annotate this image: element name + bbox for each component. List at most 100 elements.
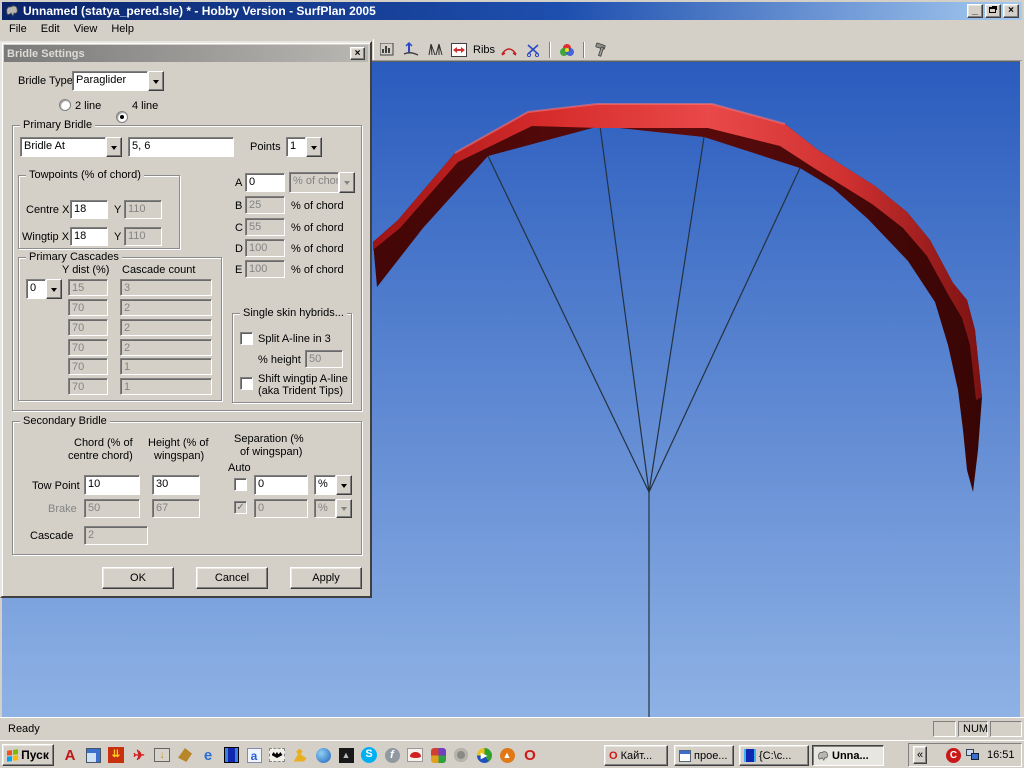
document-task-icon [679,750,691,762]
task-button-surfplan[interactable]: Unna... [812,745,884,766]
row-c-key: C [235,222,243,234]
chevron-down-icon[interactable] [46,279,62,299]
tools-icon[interactable] [290,745,310,765]
split-a-line-label: Split A-line in 3 [258,333,331,345]
height-column-header2: wingspan) [154,450,204,462]
gear-icon[interactable] [451,745,471,765]
shift-wingtip-checkbox[interactable] [240,377,253,390]
menubar: File Edit View Help [2,20,1022,38]
chart-icon[interactable] [377,41,397,59]
restore-button[interactable] [985,4,1001,18]
task-button-folder[interactable]: {C:\c... [739,745,809,766]
toolbar-separator [583,42,585,58]
status-panel-2 [990,721,1022,737]
towpoint-icon[interactable] [401,41,421,59]
google-earth-icon[interactable] [313,745,333,765]
acdsee-icon[interactable]: A [60,745,80,765]
dialog-close-button[interactable]: × [350,47,365,60]
primary-bridle-legend: Primary Bridle [20,119,95,131]
task-button-project[interactable]: прое... [674,745,734,766]
lips-icon[interactable] [405,745,425,765]
network-tray-icon[interactable] [966,749,980,761]
flash-player-icon[interactable]: f [382,745,402,765]
media-player-icon[interactable]: ▶ [474,745,494,765]
tow-separation-input[interactable]: 0 [254,475,308,495]
radio-2line[interactable] [59,99,71,111]
tow-height-input[interactable]: 30 [152,475,200,495]
black-app-icon[interactable]: ▲ [336,745,356,765]
split-a-line-checkbox[interactable] [240,332,253,345]
colors-icon[interactable] [557,41,577,59]
arc-span-icon[interactable] [499,41,519,59]
points-select[interactable]: 1 [286,137,322,157]
app-titlebar[interactable]: Unnamed (statya_pered.sle) * - Hobby Ver… [2,2,1022,20]
width-arrows-icon[interactable] [449,41,469,59]
cascade-input: 2 [84,526,148,545]
menu-edit[interactable]: Edit [34,21,67,37]
ydist-row-4: 70 [68,358,108,375]
brake-unit-select: % [314,499,352,518]
count-row-4: 1 [120,358,212,375]
status-panel-1 [933,721,956,737]
hammer-icon[interactable] [591,41,611,59]
comodo-tray-icon[interactable]: C [946,748,961,763]
bridle-lines-icon[interactable] [425,41,445,59]
internet-explorer-icon[interactable]: e [198,745,218,765]
brake-label: Brake [48,503,77,515]
picasa-icon[interactable] [428,745,448,765]
tow-unit-select[interactable]: % [314,475,352,495]
scissors-icon[interactable] [523,41,543,59]
ok-button[interactable]: OK [102,567,174,589]
dialog-titlebar[interactable]: Bridle Settings × [4,45,368,62]
server-icon[interactable] [221,745,241,765]
wingtip-x-input[interactable]: 18 [70,227,108,246]
cascade-level-select[interactable]: 0 [26,279,62,299]
menu-view[interactable]: View [67,21,105,37]
row-d-unit: % of chord [291,243,344,255]
row-a-input[interactable]: 0 [245,173,285,192]
bridle-type-select[interactable]: Paraglider [72,71,164,91]
tray-chevron-button[interactable]: « [913,746,927,764]
bridle-at-points-input[interactable]: 5, 6 [128,137,234,157]
shift-wingtip-label: Shift wingtip A-line [258,373,348,385]
radio-4line[interactable] [116,111,128,123]
centre-x-input[interactable]: 18 [70,200,108,219]
chevron-down-icon[interactable] [148,71,164,91]
skype-icon[interactable]: S [359,745,379,765]
satellite-icon[interactable] [175,745,195,765]
count-row-1: 2 [120,299,212,316]
editor-icon[interactable] [83,745,103,765]
height-label: % height [258,354,301,366]
status-text: Ready [8,723,40,735]
ydist-row-5: 70 [68,378,108,395]
orange-a-icon[interactable]: ▲ [497,745,517,765]
minimize-button[interactable]: _ [967,4,983,18]
start-button[interactable]: Пуск [2,744,54,766]
row-c-unit: % of chord [291,222,344,234]
task-button-kite[interactable]: O Кайт... [604,745,668,766]
batman-icon[interactable] [267,745,287,765]
chevron-down-icon[interactable] [336,475,352,495]
opera-icon[interactable]: O [520,745,540,765]
toolbar-separator [549,42,551,58]
tow-chord-input[interactable]: 10 [84,475,140,495]
clock[interactable]: 16:51 [987,749,1015,761]
tow-auto-checkbox[interactable] [234,478,247,491]
bridle-at-select[interactable]: Bridle At [20,137,122,157]
brake-chord-input: 50 [84,499,140,518]
close-button[interactable]: × [1003,4,1019,18]
chevron-down-icon[interactable] [306,137,322,157]
letter-a-icon[interactable]: a [244,745,264,765]
pin-icon[interactable]: ✈ [129,745,149,765]
flashget-icon[interactable]: ⇊ [106,745,126,765]
chevron-down-icon[interactable] [106,137,122,157]
menu-help[interactable]: Help [104,21,141,37]
primary-cascades-legend: Primary Cascades [26,251,122,263]
apply-button[interactable]: Apply [290,567,362,589]
menu-file[interactable]: File [2,21,34,37]
ribs-icon[interactable]: Ribs [473,41,495,59]
cancel-button[interactable]: Cancel [196,567,268,589]
row-d-key: D [235,243,243,255]
download-master-icon[interactable]: ↓ [152,745,172,765]
restore-icon [989,7,996,13]
